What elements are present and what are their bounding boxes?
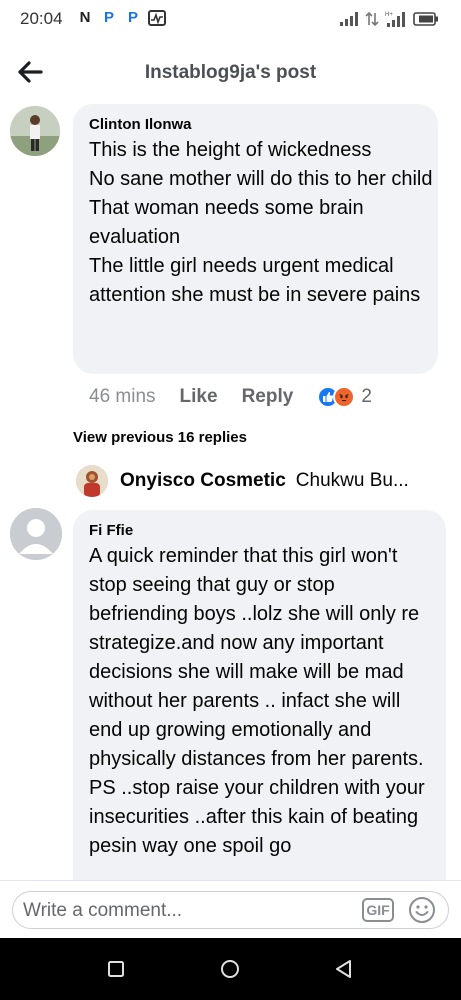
signal-icon: H+ (385, 12, 405, 27)
triangle-back-icon (336, 960, 351, 978)
comment-bubble[interactable]: Clinton Ilonwa This is the height of wic… (73, 104, 438, 374)
battery-icon (413, 12, 438, 26)
data-transfer-icon (365, 11, 379, 27)
comment-author[interactable]: Clinton Ilonwa (89, 116, 192, 133)
activity-icon (148, 9, 166, 26)
status-time: 20:04 (20, 9, 63, 28)
status-notification-icons: N P P (76, 9, 166, 26)
svg-text:H+: H+ (385, 12, 393, 18)
profile-photo (10, 106, 60, 156)
comments-list: Clinton Ilonwa This is the height of wic… (0, 104, 461, 880)
comment-author[interactable]: Fi Ffie (89, 522, 133, 539)
circle-icon (221, 960, 239, 978)
reply-preview[interactable]: Onyisco Cosmetic Chukwu Bu... (76, 464, 436, 498)
recents-button[interactable] (104, 957, 128, 981)
emoji-button[interactable] (408, 896, 436, 924)
comment-timestamp: 46 mins (89, 386, 156, 407)
avatar[interactable] (10, 508, 62, 560)
comment-text: A quick reminder that this girl won't st… (89, 545, 425, 857)
reply-author: Onyisco Cosmetic (120, 470, 286, 491)
reaction-summary[interactable]: 2 (317, 386, 372, 408)
system-nav-bar (0, 938, 461, 1000)
square-icon (108, 961, 124, 977)
comment-actions: 46 mins Like Reply 2 (89, 386, 372, 408)
home-button[interactable] (218, 957, 242, 981)
reply-snippet: Chukwu Bu... (295, 470, 409, 491)
page-title: Instablog9ja's post (144, 62, 317, 83)
post-header: Instablog9ja's post (0, 40, 461, 104)
view-previous-replies-link[interactable]: View previous 16 replies (73, 429, 247, 446)
p-app-icon: P (127, 9, 138, 26)
reaction-count: 2 (361, 386, 372, 407)
back-nav-button[interactable] (332, 957, 356, 981)
n-app-icon: N (79, 9, 91, 26)
reply-button[interactable]: Reply (242, 386, 294, 408)
status-bar: 20:04 N P P H+ (0, 0, 461, 40)
comment-bubble[interactable]: Fi Ffie A quick reminder that this girl … (73, 510, 446, 880)
signal-icon (340, 12, 358, 26)
default-avatar-icon (10, 508, 62, 560)
like-button[interactable]: Like (180, 386, 218, 408)
status-system-icons: H+ (339, 10, 439, 28)
avatar[interactable] (10, 106, 60, 156)
angry-reaction-icon (333, 386, 356, 408)
avatar (76, 465, 108, 497)
comment-text: This is the height of wickedness No sane… (89, 139, 433, 306)
comment-composer-bar: Write a comment... GIF (0, 880, 461, 938)
gif-button[interactable]: GIF (362, 898, 394, 922)
p-app-icon: P (103, 9, 114, 26)
smiley-icon (409, 897, 435, 923)
comment-input[interactable]: Write a comment... GIF (12, 891, 449, 929)
comment-input-placeholder: Write a comment... (23, 900, 183, 921)
